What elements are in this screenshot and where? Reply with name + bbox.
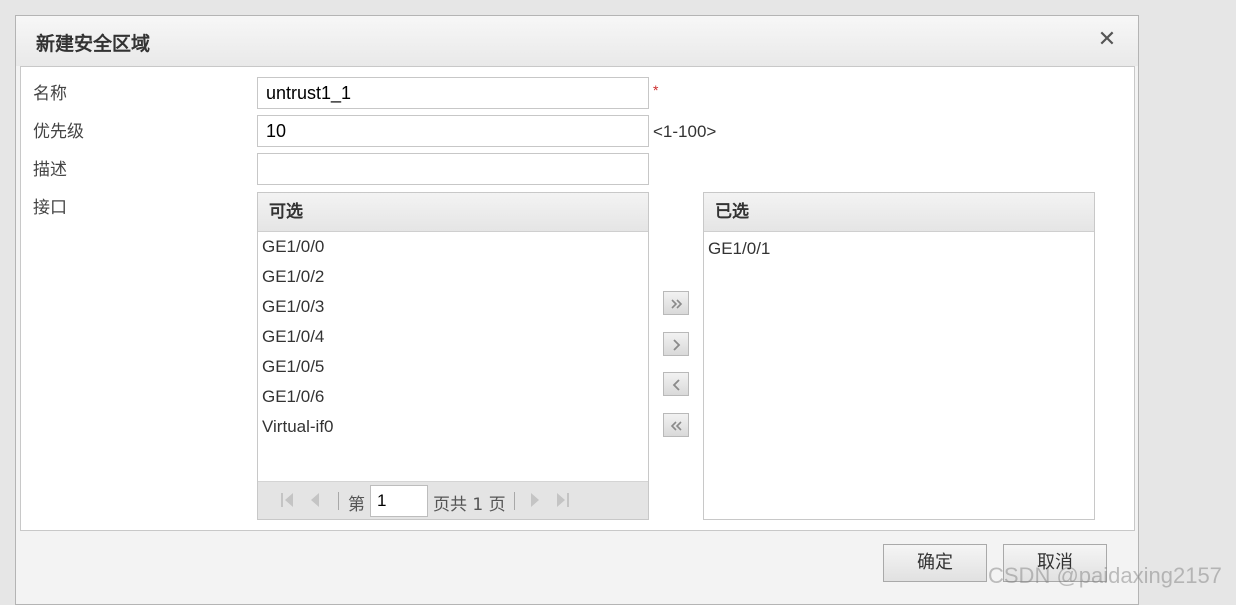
- dialog-titlebar[interactable]: 新建安全区域 ✕: [16, 16, 1138, 66]
- new-security-zone-dialog: 新建安全区域 ✕ 名称 * 优先级 <1-100> 描述 接口 可选 GE1/0…: [15, 15, 1139, 605]
- move-left-button[interactable]: [663, 372, 689, 396]
- pager: 第 页共 1 页: [258, 481, 648, 519]
- selected-header: 已选: [704, 193, 1094, 232]
- pager-prefix: 第: [348, 495, 365, 515]
- last-page-icon[interactable]: [552, 490, 572, 510]
- first-page-icon[interactable]: [278, 490, 298, 510]
- page-number-input[interactable]: [370, 485, 428, 517]
- available-list: GE1/0/0 GE1/0/2 GE1/0/3 GE1/0/4 GE1/0/5 GE1/0…: [258, 232, 648, 442]
- list-item[interactable]: GE1/0/3: [258, 292, 648, 322]
- priority-label: 优先级: [33, 122, 84, 142]
- list-item[interactable]: Virtual-if0: [258, 412, 648, 442]
- interface-label: 接口: [33, 198, 67, 218]
- available-interfaces-panel: 可选 GE1/0/0 GE1/0/2 GE1/0/3 GE1/0/4 GE1/0/5 GE…: [257, 192, 649, 520]
- double-chevron-left-icon: [670, 421, 682, 431]
- pager-divider: [514, 492, 515, 510]
- list-item[interactable]: GE1/0/1: [704, 234, 1094, 264]
- next-page-icon[interactable]: [524, 490, 544, 510]
- list-item[interactable]: GE1/0/4: [258, 322, 648, 352]
- move-all-left-button[interactable]: [663, 413, 689, 437]
- watermark: CSDN @paidaxing2157: [988, 563, 1222, 588]
- move-all-right-button[interactable]: [663, 291, 689, 315]
- list-item[interactable]: GE1/0/5: [258, 352, 648, 382]
- double-chevron-right-icon: [671, 299, 683, 309]
- list-item[interactable]: GE1/0/6: [258, 382, 648, 412]
- description-input[interactable]: [257, 153, 649, 185]
- priority-range-hint: <1-100>: [653, 122, 717, 141]
- list-item[interactable]: GE1/0/2: [258, 262, 648, 292]
- name-label: 名称: [33, 84, 67, 104]
- move-right-button[interactable]: [663, 332, 689, 356]
- dialog-title: 新建安全区域: [36, 33, 151, 55]
- required-mark: *: [653, 82, 659, 98]
- prev-page-icon[interactable]: [306, 490, 326, 510]
- available-header: 可选: [258, 193, 648, 232]
- selected-list: GE1/0/1: [704, 232, 1094, 264]
- chevron-right-icon: [673, 339, 681, 351]
- dialog-content: 名称 * 优先级 <1-100> 描述 接口 可选 GE1/0/0GE1/0/2…: [20, 66, 1135, 531]
- pager-total: 页共 1 页: [433, 495, 506, 515]
- selected-interfaces-panel: 已选 GE1/0/1: [703, 192, 1095, 520]
- ok-button[interactable]: 确定: [883, 544, 987, 582]
- name-input[interactable]: [257, 77, 649, 109]
- pager-divider: [338, 492, 339, 510]
- description-label: 描述: [33, 160, 67, 180]
- close-icon[interactable]: ✕: [1096, 28, 1118, 52]
- chevron-left-icon: [672, 379, 680, 391]
- priority-input[interactable]: [257, 115, 649, 147]
- list-item[interactable]: GE1/0/0: [258, 232, 648, 262]
